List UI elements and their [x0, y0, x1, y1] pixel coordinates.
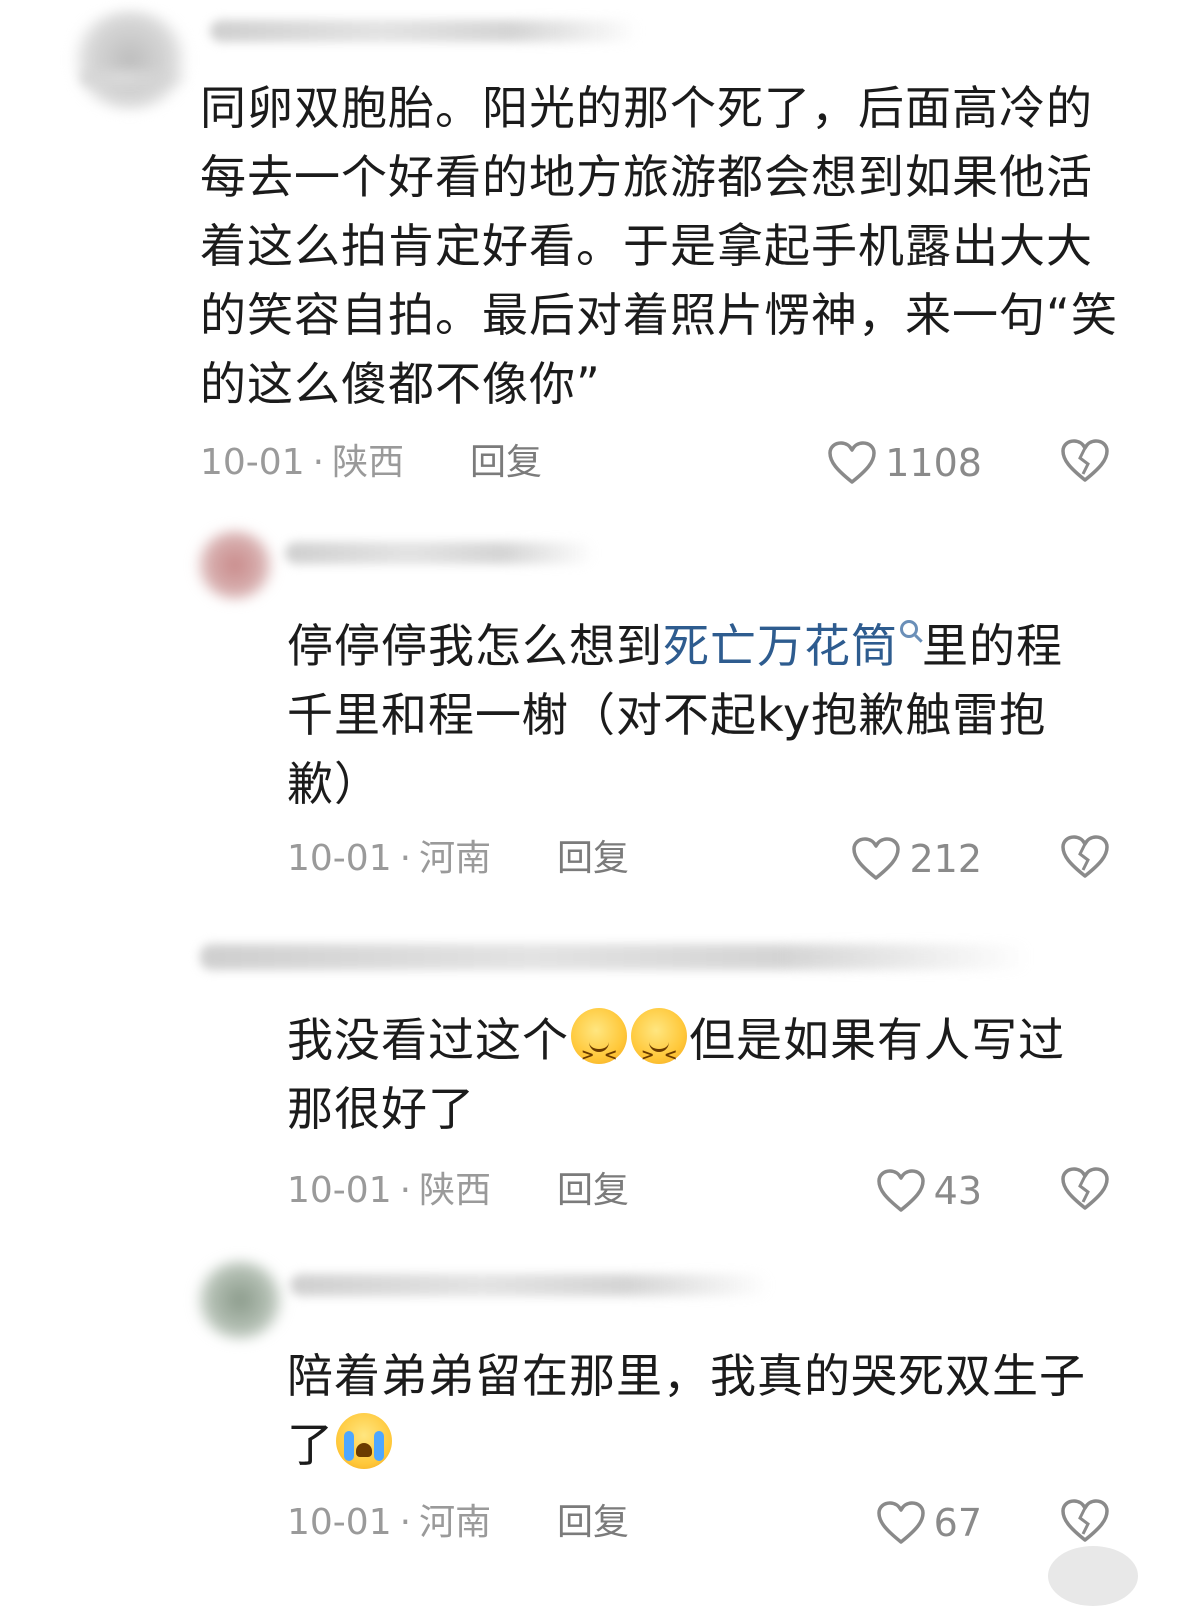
reply-button[interactable]: 回复 [557, 1498, 629, 1548]
like-count: 67 [933, 1501, 982, 1545]
comment-meta: 10-01 · 陕西 [287, 1166, 491, 1216]
comment-1: 同卵双胞胎。阳光的那个死了，后面高冷的 每去一个好看的地方旅游都会想到如果他活 … [0, 0, 1178, 500]
comment-location: 河南 [419, 838, 492, 879]
comment-location: 陕西 [332, 442, 405, 483]
heart-outline-icon [828, 441, 877, 484]
avatar[interactable] [195, 1260, 285, 1340]
comment-text-part: 停停停我怎么想到 [287, 619, 663, 673]
avatar[interactable] [195, 530, 275, 600]
comment-text: 陪着弟弟留在那里，我真的哭死双生子 了 [287, 1349, 1086, 1472]
smiling-emoji-icon [571, 1008, 627, 1089]
heart-outline-icon [876, 1501, 925, 1544]
comment-meta: 10-01 · 陕西 [200, 438, 404, 488]
search-link[interactable]: 死亡万花筒 [663, 619, 898, 673]
comment-3: 我没看过这个但是如果有人写过 那很好了 10-01 · 陕西 回复 43 [0, 920, 1178, 1230]
comment-text: 我没看过这个但是如果有人写过 那很好了 [287, 1006, 1137, 1144]
comment-date: 10-01 [200, 442, 305, 483]
username[interactable] [210, 20, 640, 42]
comment-meta: 10-01 · 河南 [287, 1498, 491, 1548]
broken-heart-icon[interactable] [1060, 1496, 1110, 1546]
broken-heart-icon[interactable] [1060, 832, 1110, 882]
broken-heart-icon[interactable] [1060, 1164, 1110, 1214]
like-button[interactable]: 1108 [827, 438, 982, 488]
username-sub [80, 70, 190, 86]
comment-text: 停停停我怎么想到死亡万花筒 里的程 千里和程一榭（对不起ky抱歉触雷抱 歉） [287, 619, 1063, 811]
broken-heart-icon[interactable] [1060, 436, 1110, 486]
comment-location: 河南 [419, 1502, 492, 1543]
username[interactable] [285, 542, 595, 564]
like-button[interactable]: 67 [876, 1498, 982, 1548]
comment-text-part: 里的程 [922, 619, 1063, 673]
comment-date: 10-01 [287, 1502, 392, 1543]
heart-outline-icon [876, 1169, 925, 1212]
like-button[interactable]: 43 [876, 1166, 982, 1216]
like-count: 212 [909, 837, 982, 881]
comment-location: 陕西 [419, 1170, 492, 1211]
like-button[interactable]: 212 [851, 834, 982, 884]
comment-meta: 10-01 · 河南 [287, 834, 491, 884]
comment-4: 陪着弟弟留在那里，我真的哭死双生子 了 10-01 · 河南 回复 67 [0, 1250, 1178, 1606]
comment-2: 停停停我怎么想到死亡万花筒 里的程 千里和程一榭（对不起ky抱歉触雷抱 歉） 10… [0, 520, 1178, 900]
floating-button[interactable] [1048, 1546, 1138, 1606]
search-icon[interactable] [900, 620, 918, 638]
like-count: 43 [933, 1169, 982, 1213]
reply-button[interactable]: 回复 [470, 438, 542, 488]
like-count: 1108 [885, 441, 982, 485]
reply-button[interactable]: 回复 [557, 834, 629, 884]
username[interactable] [290, 1274, 770, 1296]
avatar[interactable] [70, 10, 190, 110]
comment-text: 同卵双胞胎。阳光的那个死了，后面高冷的 每去一个好看的地方旅游都会想到如果他活 … [200, 81, 1118, 411]
reply-button[interactable]: 回复 [557, 1166, 629, 1216]
smiling-emoji-icon [631, 1008, 687, 1089]
crying-emoji-icon [336, 1413, 392, 1469]
comment-date: 10-01 [287, 1170, 392, 1211]
comment-date: 10-01 [287, 838, 392, 879]
username[interactable] [200, 944, 1030, 970]
heart-outline-icon [852, 837, 901, 880]
